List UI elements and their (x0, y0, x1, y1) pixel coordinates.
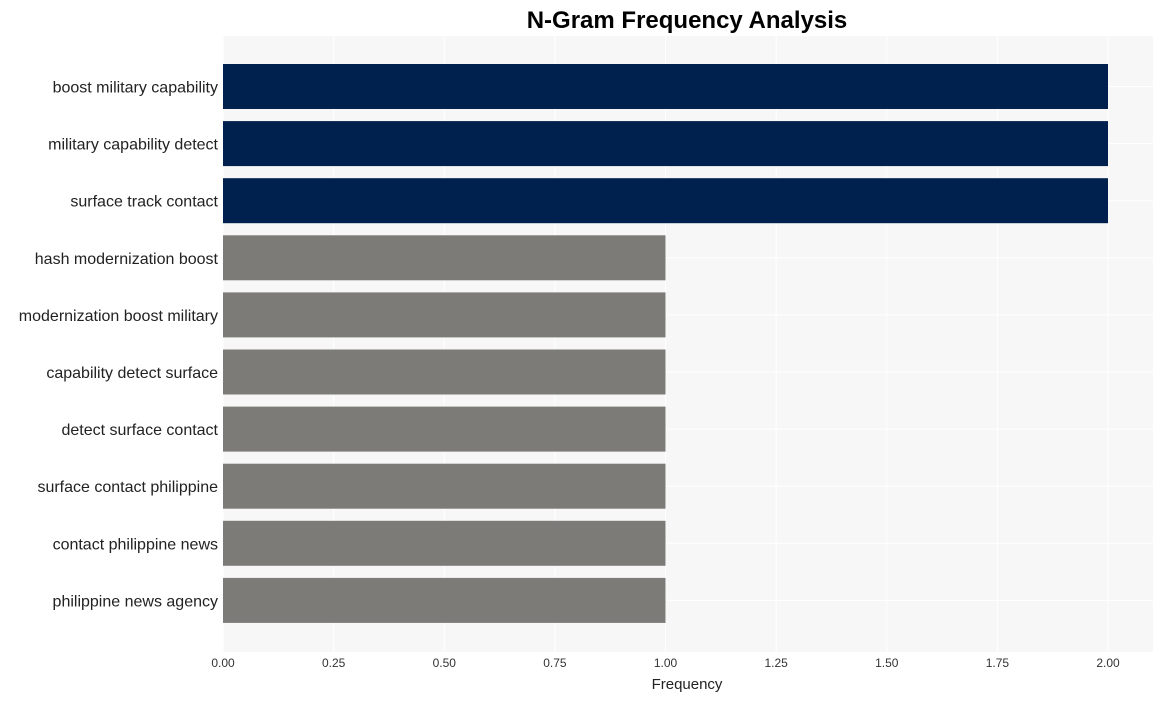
x-tick-label: 0.25 (322, 656, 346, 670)
x-tick-label: 0.00 (211, 656, 235, 670)
y-tick-label: philippine news agency (53, 593, 218, 610)
x-tick-label: 2.00 (1096, 656, 1120, 670)
y-tick-label: military capability detect (48, 137, 218, 154)
y-tick-label: modernization boost military (19, 308, 218, 325)
x-tick-label: 1.25 (764, 656, 788, 670)
x-tick-label: 0.75 (543, 656, 567, 670)
y-tick-label: boost military capability (53, 80, 218, 97)
y-tick-label: surface contact philippine (37, 479, 218, 496)
x-tick-label: 0.50 (433, 656, 457, 670)
bar (223, 64, 1108, 109)
y-tick-label: detect surface contact (61, 422, 218, 439)
bar (223, 463, 666, 509)
y-tick-label: surface track contact (70, 194, 218, 211)
bar (223, 406, 666, 452)
y-tick-label: hash modernization boost (35, 251, 219, 268)
bar (223, 292, 666, 338)
bar (223, 520, 666, 566)
x-tick-labels: 0.00 0.25 0.50 0.75 1.00 1.25 1.50 1.75 2.00 (211, 656, 1120, 670)
x-axis-label: Frequency (652, 676, 723, 693)
x-tick-label: 1.75 (986, 656, 1010, 670)
y-tick-labels: boost military capability military capabi… (19, 80, 219, 611)
bar (223, 349, 666, 395)
x-tick-label: 1.00 (654, 656, 678, 670)
bar (223, 121, 1108, 167)
ngram-bar-chart: N-Gram Frequency Analysis boost military… (19, 7, 1153, 693)
chart-title: N-Gram Frequency Analysis (527, 7, 848, 34)
y-tick-label: capability detect surface (46, 365, 218, 382)
x-tick-label: 1.50 (875, 656, 899, 670)
bar (223, 577, 666, 623)
bar (223, 235, 666, 281)
y-tick-label: contact philippine news (53, 536, 218, 553)
bar (223, 178, 1108, 224)
